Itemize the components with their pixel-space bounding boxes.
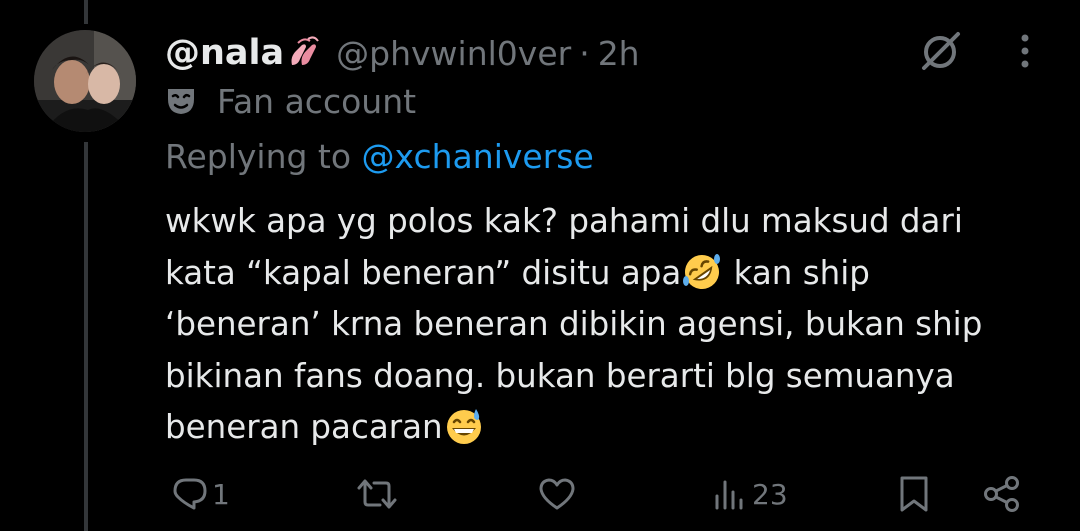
account-badge: Fan account — [165, 80, 416, 122]
grinning-sweat-icon — [446, 409, 481, 444]
tweet-text: wkwk apa yg polos kak? pahami dlu maksud… — [165, 196, 1045, 454]
more-options-icon[interactable] — [1014, 30, 1036, 72]
tweet-header: @nala @phvwinl0ver · 2h — [165, 30, 640, 76]
share-icon — [984, 476, 1019, 512]
share-button[interactable] — [982, 470, 1022, 518]
replying-to: Replying to @xchaniverse — [165, 137, 594, 176]
reply-count: 1 — [212, 477, 230, 511]
timestamp[interactable]: 2h — [598, 34, 640, 73]
tweet-text-line: bikinan fans doang. bukan berarti blg se… — [165, 356, 955, 395]
heart-icon — [539, 478, 575, 510]
avatar[interactable] — [34, 30, 136, 132]
retweet-button[interactable] — [356, 470, 402, 518]
tweet-text-fragment: kata “kapal beneran” disitu apa — [165, 253, 682, 292]
user-handle[interactable]: @phvwinl0ver — [336, 34, 571, 73]
ballet-shoes-icon — [286, 35, 322, 71]
grok-icon[interactable] — [918, 28, 964, 74]
tweet-text-fragment: kan ship — [723, 253, 870, 292]
reply-button[interactable]: 1 — [172, 470, 230, 518]
display-name[interactable]: @nala — [165, 33, 284, 73]
views-button[interactable]: 23 — [712, 470, 788, 518]
replying-prefix: Replying to — [165, 137, 362, 176]
tweet-text-line: wkwk apa yg polos kak? pahami dlu maksud… — [165, 202, 963, 240]
rolling-on-floor-laughing-icon — [683, 253, 721, 289]
retweet-icon — [357, 479, 397, 509]
reply-icon — [173, 478, 207, 510]
tweet[interactable]: @nala @phvwinl0ver · 2h Fan account Repl… — [0, 0, 1080, 531]
bookmark-icon — [900, 476, 928, 512]
performing-arts-mask-icon — [168, 89, 194, 114]
separator-dot: · — [579, 33, 590, 73]
avatar-image — [34, 30, 136, 132]
tweet-text-fragment: beneran pacaran — [165, 408, 443, 446]
bookmark-button[interactable] — [898, 470, 930, 518]
action-bar: 1 23 — [0, 470, 1080, 518]
tweet-text-line: kata “kapal beneran” disitu apa kan ship — [165, 248, 1045, 300]
badge-label: Fan account — [217, 81, 417, 121]
view-count: 23 — [752, 477, 788, 511]
tweet-text-line: ‘beneran’ krna beneran dibikin agensi, b… — [165, 305, 983, 343]
tweet-text-line: beneran pacaran — [165, 402, 1045, 454]
like-button[interactable] — [538, 470, 580, 518]
thread-line-top — [84, 0, 88, 24]
replying-handle-link[interactable]: @xchaniverse — [362, 137, 594, 176]
analytics-bar-icon — [715, 480, 743, 510]
